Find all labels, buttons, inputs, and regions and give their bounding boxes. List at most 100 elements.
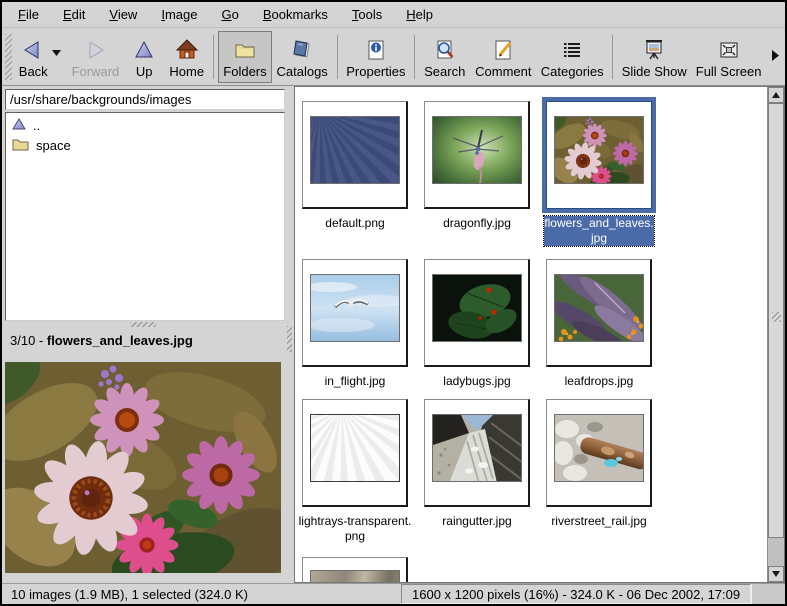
folders-button[interactable]: Folders	[218, 31, 271, 83]
vertical-splitter[interactable]	[286, 86, 294, 583]
thumbnail-image	[310, 274, 400, 342]
thumbnail-flowers-and-leaves[interactable]: flowers_and_leaves.jpg	[546, 101, 652, 209]
thumbnail-in-flight[interactable]: in_flight.jpg	[302, 259, 408, 367]
thumbnail-default[interactable]: default.png	[302, 101, 408, 209]
categories-button[interactable]: Categories	[536, 31, 608, 83]
list-icon	[560, 36, 584, 64]
thumbnail-image	[432, 414, 522, 482]
thumbnail-leafdrops[interactable]: leafdrops.jpg	[546, 259, 652, 367]
image-position: 3/10 -	[10, 333, 47, 348]
toolbar-separator	[414, 35, 415, 79]
folder-item-space[interactable]: space	[8, 135, 282, 156]
scroll-up-button[interactable]	[768, 87, 784, 103]
image-info: 1600 x 1200 pixels (16%) - 324.0 K - 06 …	[401, 584, 751, 604]
folder-item-label: ..	[33, 118, 40, 133]
arrow-up-icon	[772, 92, 780, 98]
scroll-down-button[interactable]	[768, 566, 784, 582]
search-document-icon	[433, 36, 457, 64]
info-document-icon	[364, 36, 388, 64]
forward-button[interactable]: Forward	[67, 31, 125, 83]
menu-bookmarks[interactable]: Bookmarks	[251, 3, 340, 26]
arrow-down-icon	[772, 571, 780, 577]
thumbnail-card	[302, 557, 408, 583]
slide-show-button[interactable]: Slide Show	[617, 31, 691, 83]
thumbnail-label: leafdrops.jpg	[542, 374, 656, 389]
thumbnail-label: raingutter.jpg	[420, 514, 534, 529]
splitter-grip	[130, 322, 156, 327]
thumbnail-ladybugs[interactable]: ladybugs.jpg	[424, 259, 530, 367]
menu-view[interactable]: View	[97, 3, 149, 26]
folder-icon	[12, 137, 29, 154]
home-button[interactable]: Home	[164, 31, 209, 83]
toolbar-grip[interactable]	[5, 34, 12, 80]
thumbnail-card	[424, 101, 530, 209]
left-pane: .. space 3/10 - flowers_and_leaves.jpg	[2, 86, 286, 583]
full-screen-button[interactable]: Full Screen	[691, 31, 766, 83]
thumbnail-label: riverstreet_rail.jpg	[542, 514, 656, 529]
catalogs-button[interactable]: Catalogs	[272, 31, 333, 83]
thumbnail-card	[302, 399, 408, 507]
search-button[interactable]: Search	[419, 31, 470, 83]
scrollbar-track[interactable]	[768, 103, 784, 566]
current-filename: flowers_and_leaves.jpg	[47, 333, 193, 348]
thumbnail-card	[424, 399, 530, 507]
edit-document-icon	[491, 36, 515, 64]
thumbnail-image	[310, 116, 400, 184]
home-icon	[175, 36, 199, 64]
menu-tools[interactable]: Tools	[340, 3, 394, 26]
up-icon	[132, 36, 156, 64]
properties-button[interactable]: Properties	[342, 31, 411, 83]
back-dropdown-icon[interactable]	[52, 44, 61, 59]
thumbnail-card	[302, 101, 408, 209]
preview-image	[5, 362, 281, 573]
up-triangle-icon	[12, 118, 26, 133]
forward-icon	[83, 36, 107, 64]
location-path-input[interactable]	[5, 89, 285, 110]
thumbnail-label: ladybugs.jpg	[420, 374, 534, 389]
thumbnail-raingutter[interactable]: raingutter.jpg	[424, 399, 530, 507]
folder-icon	[233, 36, 257, 64]
thumbnail-card	[546, 101, 652, 209]
thumbnail-card	[424, 259, 530, 367]
menubar: File Edit View Image Go Bookmarks Tools …	[2, 2, 785, 28]
application-window: File Edit View Image Go Bookmarks Tools …	[0, 0, 787, 606]
thumbnail-label: lightrays-transparent.png	[298, 514, 412, 544]
thumbnail-partial[interactable]	[302, 557, 408, 583]
scrollbar-thumb[interactable]	[768, 103, 784, 538]
toolbar-overflow-arrow-icon[interactable]	[766, 45, 781, 68]
projector-screen-icon	[642, 36, 666, 64]
menu-go[interactable]: Go	[209, 3, 250, 26]
thumbnail-label: default.png	[298, 216, 412, 231]
menu-file[interactable]: File	[6, 3, 51, 26]
folder-item-parent[interactable]: ..	[8, 116, 282, 135]
menu-edit[interactable]: Edit	[51, 3, 97, 26]
thumbnail-dragonfly[interactable]: dragonfly.jpg	[424, 101, 530, 209]
menu-help[interactable]: Help	[394, 3, 445, 26]
book-icon	[290, 36, 314, 64]
thumbnail-browser: default.png	[294, 86, 785, 583]
thumbnail-image	[432, 116, 522, 184]
vertical-scrollbar	[767, 87, 784, 582]
back-icon	[21, 36, 45, 64]
toolbar-separator	[213, 35, 214, 79]
folder-tree: .. space	[5, 112, 285, 321]
thumbnail-riverstreet-rail[interactable]: riverstreet_rail.jpg	[546, 399, 652, 507]
thumbnail-image	[554, 116, 644, 184]
thumbnail-label: flowers_and_leaves.jpg	[544, 216, 654, 246]
menu-image[interactable]: Image	[149, 3, 209, 26]
folder-item-label: space	[36, 138, 71, 153]
statusbar-filler	[751, 584, 785, 604]
collection-summary: 10 images (1.9 MB), 1 selected (324.0 K)	[2, 584, 401, 604]
horizontal-splitter[interactable]	[2, 321, 286, 328]
back-button[interactable]: Back	[15, 31, 67, 83]
up-button[interactable]: Up	[124, 31, 164, 83]
thumbnail-lightrays[interactable]: lightrays-transparent.png	[302, 399, 408, 507]
image-preview-pane	[2, 352, 286, 583]
thumbnail-image	[432, 274, 522, 342]
thumbnail-image	[554, 274, 644, 342]
comment-button[interactable]: Comment	[470, 31, 536, 83]
thumbnail-card	[546, 399, 652, 507]
splitter-grip	[287, 326, 292, 352]
thumbnail-card	[302, 259, 408, 367]
toolbar-separator	[337, 35, 338, 79]
